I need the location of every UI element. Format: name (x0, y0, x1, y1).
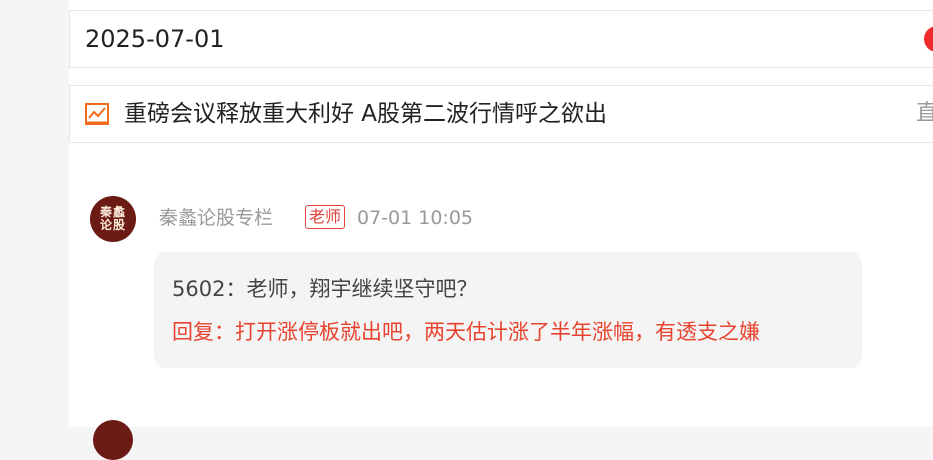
qa-bubble: 5602：老师，翔宇继续坚守吧？ 回复：打开涨停板就出吧，两天估计涨了半年涨幅，… (154, 252, 862, 368)
teacher-badge: 老师 (305, 205, 346, 229)
avatar-text-line-2: 论股 (99, 218, 126, 232)
news-extra-label: 直 (916, 101, 933, 126)
author-name[interactable]: 秦蠡论股专栏 (159, 204, 273, 232)
date-header: 2025-07-01 (69, 10, 933, 68)
news-headline-bar[interactable]: 重磅会议释放重大利好 A股第二波行情呼之欲出 直 (69, 85, 933, 143)
date-label: 2025-07-01 (85, 25, 225, 53)
reply-text: 回复：打开涨停板就出吧，两天估计涨了半年涨幅，有透支之嫌 (172, 320, 760, 344)
news-title-link[interactable]: 重磅会议释放重大利好 A股第二波行情呼之欲出 (124, 99, 607, 129)
post-timestamp: 07-01 10:05 (357, 207, 474, 229)
trend-chart-icon (85, 103, 109, 125)
live-dot-icon[interactable] (924, 26, 933, 52)
question-text: 5602：老师，翔宇继续坚守吧？ (172, 277, 478, 301)
avatar[interactable]: 秦蠡 论股 (90, 196, 136, 242)
next-avatar[interactable] (93, 420, 133, 460)
